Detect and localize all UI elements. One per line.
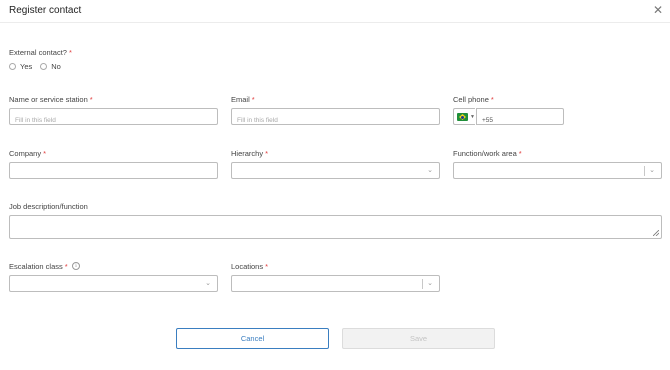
required-mark: * bbox=[265, 262, 269, 271]
name-label-text: Name or service station bbox=[9, 95, 88, 104]
brazil-flag-icon bbox=[457, 113, 468, 121]
chevron-down-icon: ⌄ bbox=[427, 280, 433, 287]
required-mark: * bbox=[490, 95, 494, 104]
cell-phone-label-text: Cell phone bbox=[453, 95, 489, 104]
job-description-label: Job description/function bbox=[9, 202, 88, 211]
required-mark: * bbox=[64, 262, 68, 271]
company-label: Company * bbox=[9, 149, 46, 158]
company-label-text: Company bbox=[9, 149, 42, 158]
email-label: Email * bbox=[231, 95, 255, 104]
cancel-button[interactable]: Cancel bbox=[176, 328, 329, 349]
required-mark: * bbox=[68, 48, 72, 57]
cell-phone-label: Cell phone * bbox=[453, 95, 494, 104]
radio-no[interactable]: No bbox=[40, 62, 61, 71]
select-separator bbox=[422, 279, 423, 289]
name-field[interactable] bbox=[9, 108, 218, 128]
cell-phone-input[interactable] bbox=[477, 113, 563, 128]
escalation-label: Escalation class * bbox=[9, 262, 68, 271]
external-contact-label: External contact? * bbox=[9, 48, 72, 57]
dialog-title: Register contact bbox=[9, 5, 82, 16]
chevron-down-icon: ▼ bbox=[470, 114, 475, 120]
name-input[interactable] bbox=[10, 113, 217, 128]
resize-handle-icon[interactable] bbox=[653, 230, 659, 236]
required-mark: * bbox=[265, 149, 269, 158]
hierarchy-label-text: Hierarchy bbox=[231, 149, 264, 158]
required-mark: * bbox=[251, 95, 255, 104]
flag-globe bbox=[461, 115, 464, 119]
info-icon[interactable]: i bbox=[72, 262, 80, 270]
email-input[interactable] bbox=[232, 113, 439, 128]
country-code-select[interactable]: ▼ bbox=[453, 108, 475, 125]
job-description-textarea[interactable] bbox=[9, 215, 662, 239]
save-button[interactable]: Save bbox=[342, 328, 495, 349]
escalation-label-text: Escalation class bbox=[9, 262, 63, 271]
cell-phone-field[interactable] bbox=[476, 108, 564, 128]
radio-yes-label: Yes bbox=[20, 61, 33, 71]
select-separator bbox=[644, 166, 645, 176]
required-mark: * bbox=[518, 149, 522, 158]
name-label: Name or service station * bbox=[9, 95, 93, 104]
hierarchy-label: Hierarchy * bbox=[231, 149, 268, 158]
function-label: Function/work area * bbox=[453, 149, 522, 158]
close-icon[interactable]: ✕ bbox=[651, 3, 665, 17]
hierarchy-select[interactable]: ⌄ bbox=[231, 162, 440, 179]
chevron-down-icon: ⌄ bbox=[649, 167, 655, 174]
radio-yes[interactable]: Yes bbox=[9, 62, 32, 71]
required-mark: * bbox=[43, 149, 47, 158]
radio-no-label: No bbox=[51, 61, 61, 71]
function-select[interactable]: ⌄ bbox=[453, 162, 662, 179]
dialog-header: Register contact ✕ bbox=[0, 0, 670, 23]
email-field[interactable] bbox=[231, 108, 440, 128]
external-contact-label-text: External contact? bbox=[9, 48, 67, 57]
escalation-select[interactable]: ⌄ bbox=[9, 275, 218, 292]
locations-label: Locations * bbox=[231, 262, 268, 271]
locations-label-text: Locations bbox=[231, 262, 264, 271]
locations-select[interactable]: ⌄ bbox=[231, 275, 440, 292]
radio-no-circle[interactable] bbox=[40, 62, 48, 70]
chevron-down-icon: ⌄ bbox=[205, 280, 211, 287]
required-mark: * bbox=[89, 95, 93, 104]
company-input[interactable] bbox=[9, 162, 218, 179]
email-label-text: Email bbox=[231, 95, 250, 104]
radio-yes-circle[interactable] bbox=[9, 62, 16, 70]
external-contact-radio-group: Yes No bbox=[9, 61, 69, 71]
function-label-text: Function/work area bbox=[453, 149, 517, 158]
chevron-down-icon: ⌄ bbox=[427, 167, 433, 174]
